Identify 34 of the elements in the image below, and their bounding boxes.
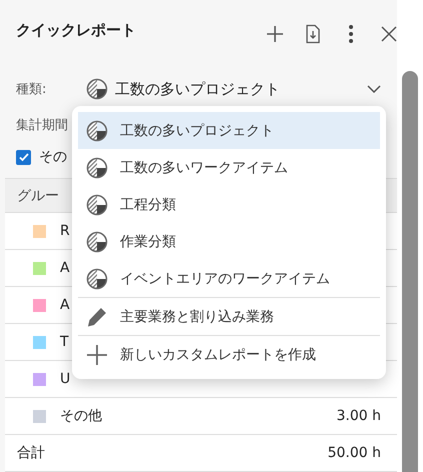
panel-title: クイックレポート (16, 20, 136, 40)
chevron-down-icon (367, 85, 381, 93)
type-label: 種類: (16, 81, 48, 98)
scrollbar-thumb[interactable] (402, 71, 418, 472)
menu-item[interactable]: 新しいカスタムレポートを作成 (78, 336, 380, 373)
group-name: その他 (60, 407, 102, 425)
total-label: 合計 (17, 444, 45, 462)
pie-chart-icon (86, 268, 108, 290)
menu-item[interactable]: 工数の多いワークアイテム (78, 149, 380, 186)
pencil-icon (86, 306, 108, 328)
group-name: A (60, 260, 70, 276)
plus-icon (86, 344, 108, 366)
period-label: 集計期間 (16, 117, 68, 134)
pie-chart-icon (86, 194, 108, 216)
pie-chart-icon (86, 156, 108, 178)
pie-chart-icon (86, 120, 108, 142)
more-icon (348, 24, 354, 44)
menu-item[interactable]: 工程分類 (78, 186, 380, 223)
column-header: グルー (17, 186, 59, 204)
group-name: T (60, 334, 69, 350)
menu-item[interactable]: 主要業務と割り込み業務 (78, 298, 380, 335)
menu-item[interactable]: イベントエリアのワークアイテム (78, 260, 380, 297)
type-dropdown[interactable]: 工数の多いプロジェクト (86, 78, 381, 100)
pie-chart-icon (86, 230, 108, 252)
checkbox-label: その (39, 148, 67, 166)
menu-item[interactable]: 作業分類 (78, 223, 380, 260)
checkbox[interactable] (16, 150, 31, 164)
group-name: A (60, 297, 70, 313)
pie-chart-icon (86, 78, 108, 100)
group-name: R (60, 223, 70, 239)
group-name: U (60, 371, 70, 387)
hours-value: 3.00 h (336, 408, 381, 424)
total-value: 50.00 h (328, 445, 381, 461)
menu-item[interactable]: 工数の多いプロジェクト (78, 112, 380, 149)
